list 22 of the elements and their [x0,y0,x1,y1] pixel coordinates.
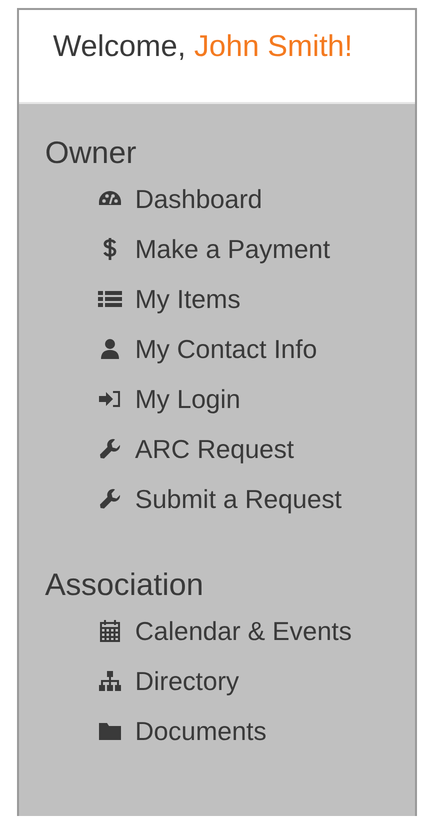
menu-item[interactable]: Documents [19,706,415,756]
section-heading: Association [44,566,205,604]
list-icon [98,289,122,309]
section-heading: Owner [44,134,138,172]
dollar-icon [102,237,118,261]
menu-item[interactable]: Calendar & Events [19,606,415,656]
sign-in-icon [98,389,122,409]
user-icon [100,338,120,360]
menu-item[interactable]: My Contact Info [19,324,415,374]
calendar-icon [99,619,121,643]
menu-item[interactable]: Make a Payment [19,224,415,274]
sitemap-icon [98,670,122,692]
folder-icon [98,721,122,741]
wrench-icon [99,488,121,510]
menu-item[interactable]: Directory [19,656,415,706]
menu-item[interactable]: My Login [19,374,415,424]
menu-item[interactable]: Dashboard [19,174,415,224]
welcome-message: Welcome, John Smith! [53,29,354,64]
menu-item[interactable]: Submit a Request [19,474,415,524]
menu-item[interactable]: ARC Request [19,424,415,474]
wrench-icon [99,438,121,460]
menu-item[interactable]: My Items [19,274,415,324]
